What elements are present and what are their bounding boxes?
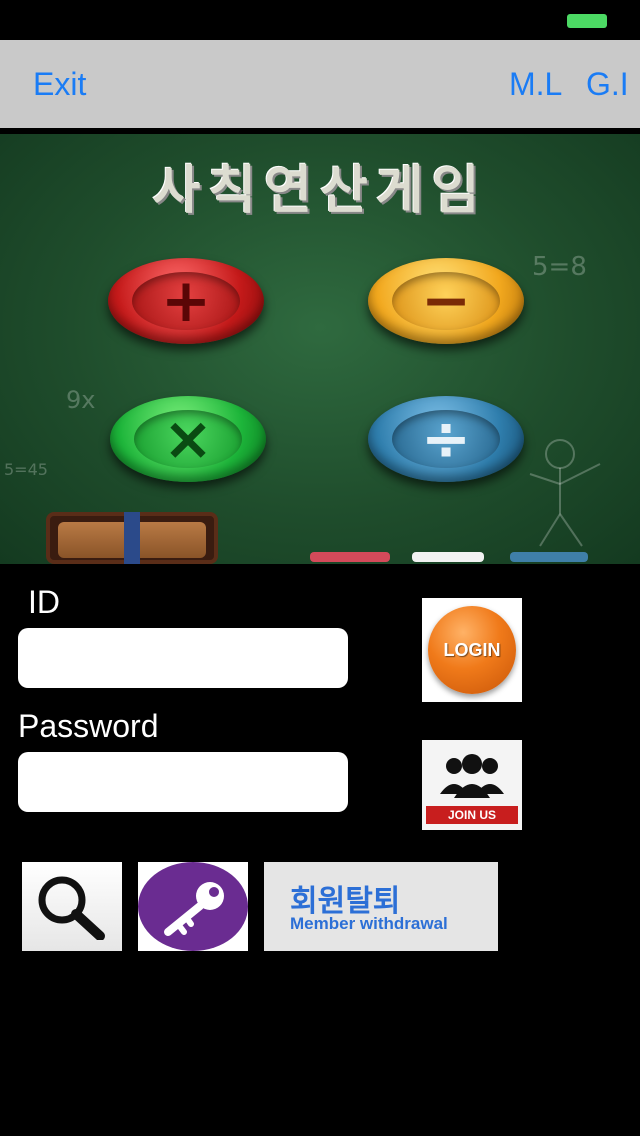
chalk-mark: 9x [66,386,96,414]
navigation-bar: Exit M.L G.I [0,40,640,128]
search-button[interactable] [22,862,122,951]
exit-button[interactable]: Exit [33,66,86,103]
plus-icon: + [160,266,212,336]
member-withdrawal-button[interactable]: 회원탈퇴 Member withdrawal [264,862,498,951]
ml-button[interactable]: M.L [509,66,562,103]
game-banner: 사칙연산게임 5=8 9x 5=45 + − × ÷ [0,134,640,564]
gi-button[interactable]: G.I [586,66,629,103]
password-label: Password [18,708,159,744]
chalk-stick-white [412,552,484,562]
multiply-icon: × [162,404,214,474]
chalk-mark: 5=8 [532,252,587,282]
divide-icon: ÷ [420,404,472,474]
login-button-label: LOGIN [443,640,501,660]
banner-title: 사칙연산게임 [152,161,488,221]
status-bar [0,0,640,40]
key-icon [164,882,224,936]
id-label: ID [28,584,60,620]
minus-icon: − [420,266,472,336]
eraser-illustration [46,512,218,564]
withdrawal-english-label: Member withdrawal [290,914,448,933]
password-input[interactable] [18,752,348,812]
multiply-operator-button: × [110,396,266,482]
id-input[interactable] [18,628,348,688]
login-button[interactable]: LOGIN [422,598,522,702]
search-icon [38,876,105,940]
people-icon [440,754,504,798]
minus-operator-button: − [368,258,524,344]
divide-operator-button: ÷ [368,396,524,482]
password-key-button[interactable] [138,862,248,951]
join-us-label: JOIN US [426,806,518,824]
plus-operator-button: + [108,258,264,344]
join-us-button[interactable]: JOIN US [422,740,522,830]
battery-icon [567,14,607,28]
chalk-stick-red [310,552,390,562]
chalk-mark: 5=45 [4,460,48,479]
chalk-stick-blue [510,552,588,562]
